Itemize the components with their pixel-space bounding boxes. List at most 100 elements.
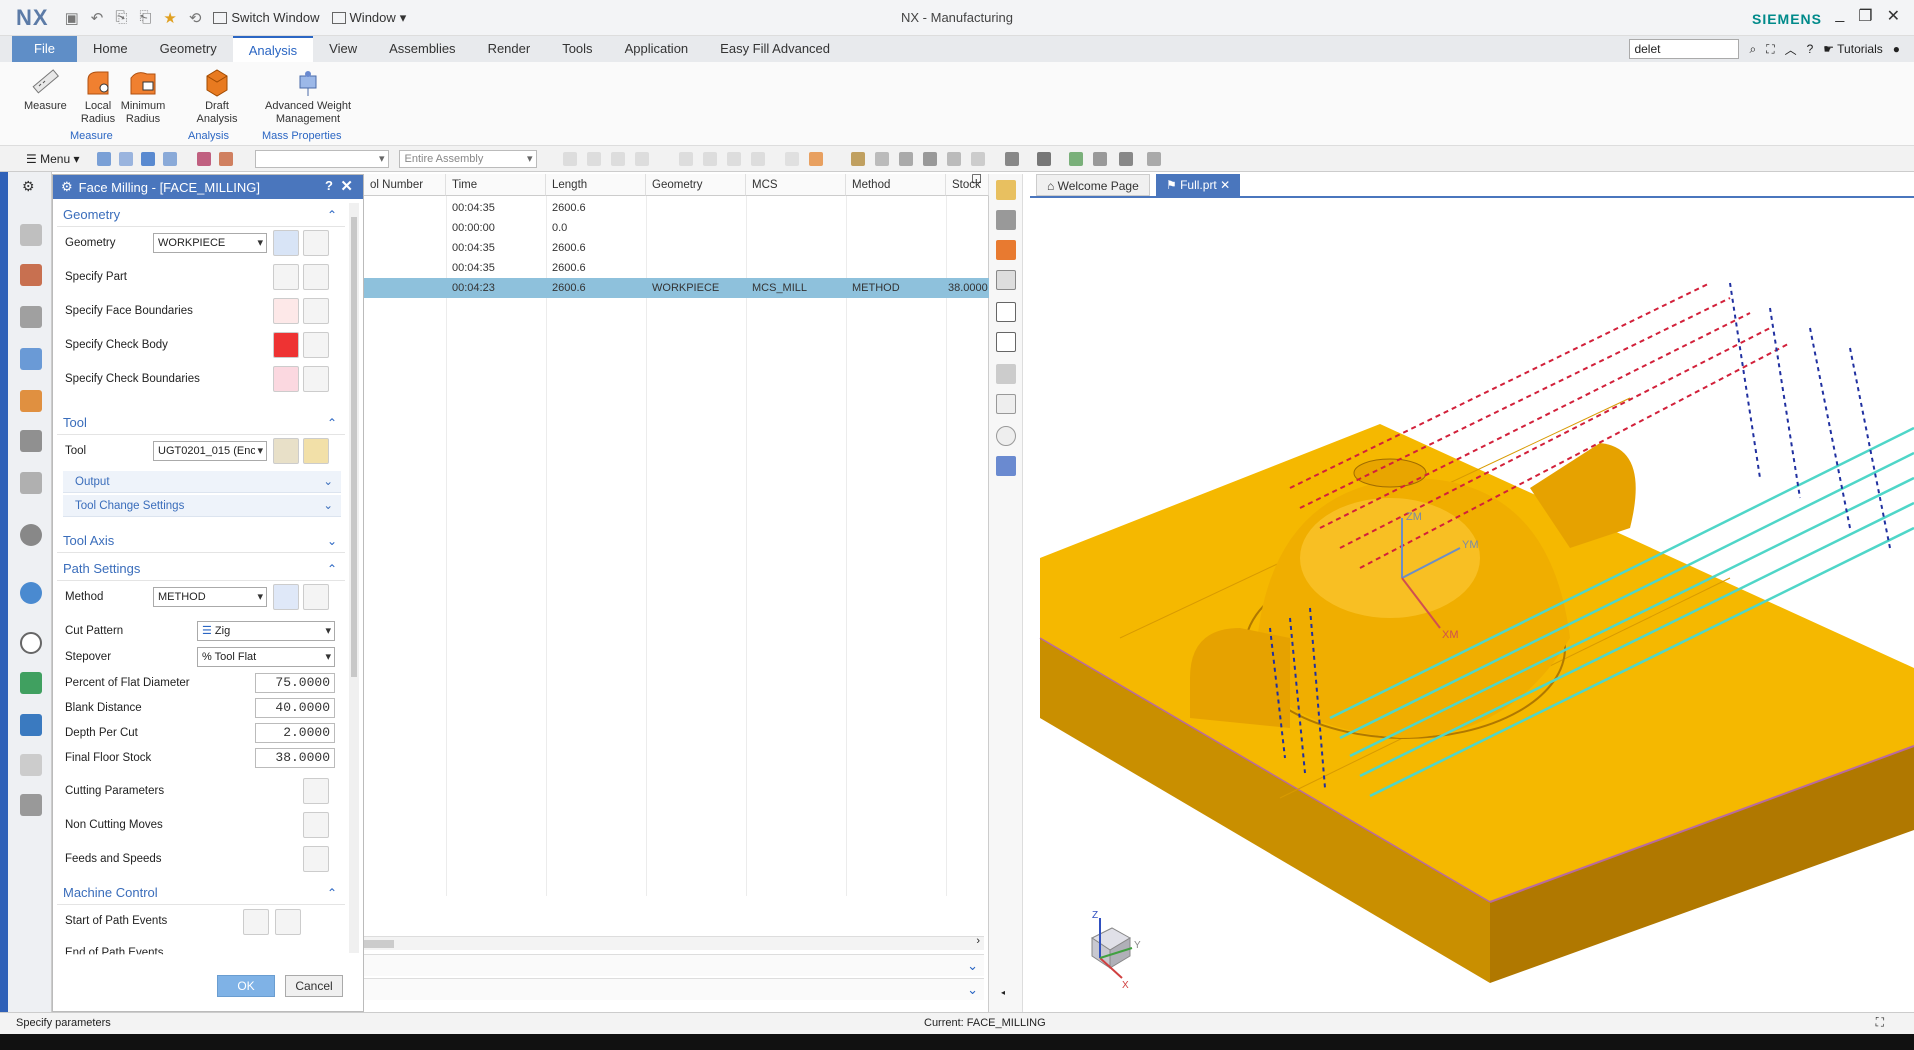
column-stock[interactable]: Stock	[946, 174, 989, 196]
dialog-scrollbar[interactable]	[349, 203, 359, 953]
tab-full-prt[interactable]: ⚑ Full.prt ✕	[1156, 174, 1241, 196]
edit-geometry-wrench-icon[interactable]	[303, 230, 329, 256]
tab-application[interactable]: Application	[609, 36, 705, 62]
measure-button[interactable]: Measure	[24, 66, 67, 113]
cutting-parameters-icon[interactable]	[303, 778, 329, 804]
help-icon[interactable]: ?	[1807, 42, 1814, 56]
command-search-input[interactable]: delet	[1629, 39, 1740, 59]
section-icon[interactable]	[971, 151, 986, 166]
ribbon-group-analysis[interactable]: Analysis	[188, 130, 229, 142]
section-path-settings[interactable]: Path Settings ⌃	[57, 557, 345, 581]
display-face-boundaries-flashlight-icon[interactable]	[303, 298, 329, 324]
new-method-icon[interactable]	[273, 584, 299, 610]
window-menu-button[interactable]: Window ▾	[331, 10, 406, 26]
show-block-icon[interactable]	[996, 364, 1016, 384]
copy-icon[interactable]: ⎘	[115, 9, 127, 26]
snap-point-icon[interactable]	[563, 151, 578, 166]
manufacturing-wizard-icon[interactable]	[20, 794, 42, 816]
specify-check-boundaries-icon[interactable]	[273, 366, 299, 392]
column-mcs[interactable]: MCS	[746, 174, 846, 196]
column-length[interactable]: Length	[546, 174, 646, 196]
select-points-icon[interactable]	[219, 151, 234, 166]
repeat-command-icon[interactable]: ⟲	[189, 9, 202, 27]
section-geometry[interactable]: Geometry ⌃	[57, 203, 345, 227]
paste-icon[interactable]: ⎗	[139, 9, 151, 26]
method-select[interactable]: METHOD	[153, 587, 267, 607]
feeds-and-speeds-icon[interactable]	[303, 846, 329, 872]
details-panel-bar[interactable]: ⌄	[364, 978, 984, 1000]
hd3d-tools-icon[interactable]	[20, 472, 42, 494]
web-browser-icon[interactable]	[20, 524, 42, 546]
orient-view-icon[interactable]	[1037, 151, 1052, 166]
tab-file[interactable]: File	[12, 36, 77, 62]
minimum-radius-button[interactable]: Minimum Radius	[120, 66, 166, 126]
layer-icon[interactable]	[1119, 151, 1134, 166]
settings-gear-icon[interactable]: ⚙	[22, 178, 35, 195]
tab-easy-fill-advanced[interactable]: Easy Fill Advanced	[704, 36, 846, 62]
render-style-icon[interactable]	[1005, 151, 1020, 166]
measure-tool-icon[interactable]	[996, 394, 1016, 414]
fullscreen-toggle-icon[interactable]: ⛶	[1876, 1015, 1884, 1030]
table-horizontal-scrollbar[interactable]: ›	[364, 935, 984, 950]
system-materials-icon[interactable]	[20, 672, 42, 694]
section-tool[interactable]: Tool ⌃	[57, 411, 345, 435]
edit-start-of-path-events-icon[interactable]	[275, 909, 301, 935]
zoom-icon[interactable]	[875, 151, 890, 166]
tab-close-icon[interactable]: ✕	[1217, 178, 1230, 192]
favorites-star-icon[interactable]: ★	[163, 9, 176, 27]
assembly-navigator-icon[interactable]	[20, 264, 42, 286]
scope-filter-select[interactable]: Entire Assembly	[399, 149, 538, 168]
ribbon-group-mass-properties[interactable]: Mass Properties	[262, 130, 341, 142]
scroll-right-icon[interactable]: ›	[976, 935, 980, 947]
non-cutting-moves-icon[interactable]	[303, 812, 329, 838]
collapse-ribbon-icon[interactable]: ︿	[1785, 41, 1797, 58]
fullscreen-icon[interactable]: ⛶	[1766, 42, 1774, 57]
save-icon[interactable]: ▣	[65, 9, 79, 27]
snap-mid-icon[interactable]	[611, 151, 626, 166]
local-radius-button[interactable]: Local Radius	[78, 66, 118, 126]
settings-dot-icon[interactable]: ●	[1893, 42, 1900, 56]
dialog-scroll-thumb[interactable]	[351, 217, 357, 677]
snap-body-icon[interactable]	[809, 151, 824, 166]
tab-home[interactable]: Home	[77, 36, 144, 62]
final-floor-stock-input[interactable]: 38.0000	[255, 748, 335, 768]
reuse-library-icon[interactable]	[20, 430, 42, 452]
edit-method-wrench-icon[interactable]	[303, 584, 329, 610]
table-scroll-thumb[interactable]	[364, 940, 394, 948]
operation-navigator-icon[interactable]	[20, 348, 42, 370]
tutorials-button[interactable]: ☛ Tutorials	[1823, 42, 1882, 56]
section-tool-axis[interactable]: Tool Axis ⌄	[57, 529, 345, 553]
tab-view[interactable]: View	[313, 36, 373, 62]
edit-tool-icon[interactable]	[303, 438, 329, 464]
type-filter-select[interactable]	[255, 149, 390, 168]
tool-select[interactable]: UGT0201_015 (Enc	[153, 441, 267, 461]
search-icon[interactable]: ⌕	[1749, 42, 1756, 57]
delete-toolpath-icon[interactable]	[996, 302, 1016, 322]
rotate-icon[interactable]	[899, 151, 914, 166]
machine-tool-navigator-icon[interactable]	[20, 390, 42, 412]
graphics-window[interactable]: ⌂ Welcome Page ⚑ Full.prt ✕ ZM YM XM Z Y…	[1030, 174, 1914, 1012]
history-clock-icon[interactable]	[20, 632, 42, 654]
specify-check-body-icon[interactable]	[273, 332, 299, 358]
undo-icon[interactable]: ↶	[91, 9, 104, 27]
snap-face-icon[interactable]	[785, 151, 800, 166]
start-of-path-events-icon[interactable]	[243, 909, 269, 935]
restore-icon[interactable]: ❐	[1858, 6, 1872, 26]
snap-tangent-icon[interactable]	[703, 151, 718, 166]
model-viewport[interactable]: ZM YM XM Z Y X	[1030, 198, 1914, 1010]
select-components-icon[interactable]	[119, 151, 134, 166]
ok-button[interactable]: OK	[217, 975, 275, 997]
section-machine-control[interactable]: Machine Control ⌃	[57, 881, 345, 905]
tool-change-settings-subsection[interactable]: Tool Change Settings ⌄	[63, 495, 341, 517]
post-process-icon[interactable]	[996, 456, 1016, 476]
process-studio-icon[interactable]	[20, 714, 42, 736]
tab-tools[interactable]: Tools	[546, 36, 608, 62]
tab-analysis[interactable]: Analysis	[232, 36, 314, 62]
select-faces-icon[interactable]	[163, 151, 178, 166]
tab-welcome-page[interactable]: ⌂ Welcome Page	[1036, 174, 1150, 196]
select-features-icon[interactable]	[97, 151, 112, 166]
specify-face-boundaries-icon[interactable]	[273, 298, 299, 324]
display-check-boundaries-flashlight-icon[interactable]	[303, 366, 329, 392]
cut-pattern-select[interactable]: ☰ Zig	[197, 621, 335, 641]
wcs-icon[interactable]	[1147, 151, 1162, 166]
